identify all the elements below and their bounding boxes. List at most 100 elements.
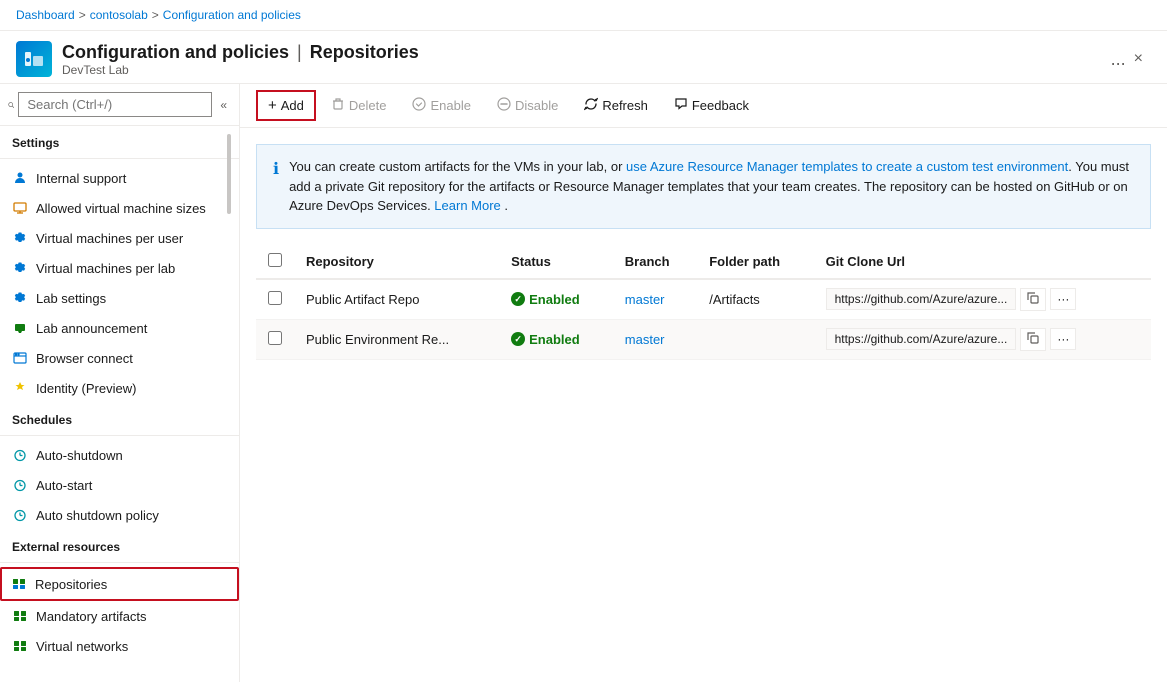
header-more-options[interactable]: ... bbox=[1111, 49, 1126, 70]
gear-icon bbox=[12, 260, 28, 276]
page-header: Configuration and policies | Repositorie… bbox=[0, 31, 1167, 84]
sidebar-item-label: Lab settings bbox=[36, 291, 106, 306]
info-link-arm[interactable]: use Azure Resource Manager templates to … bbox=[626, 159, 1068, 174]
sidebar-item-label: Auto shutdown policy bbox=[36, 508, 159, 523]
git-url-text-1: https://github.com/Azure/azure... bbox=[826, 288, 1017, 310]
git-url-cell-2: https://github.com/Azure/azure... ··· bbox=[826, 328, 1139, 351]
repositories-table: Repository Status Branch Folder path Git… bbox=[256, 245, 1151, 360]
sidebar-item-vm-sizes[interactable]: Allowed virtual machine sizes bbox=[0, 193, 239, 223]
repo-icon bbox=[11, 576, 27, 592]
close-button[interactable]: × bbox=[1126, 46, 1151, 72]
page-title: Configuration and policies bbox=[62, 42, 289, 63]
sidebar-item-identity[interactable]: Identity (Preview) bbox=[0, 373, 239, 403]
screen-icon bbox=[12, 200, 28, 216]
disable-icon bbox=[497, 97, 511, 114]
content-area: ℹ You can create custom artifacts for th… bbox=[240, 128, 1167, 682]
row-more-button-1[interactable]: ··· bbox=[1050, 288, 1076, 310]
sidebar-item-repositories[interactable]: Repositories bbox=[0, 567, 239, 601]
folder-path-1: /Artifacts bbox=[697, 279, 813, 320]
external-resources-section-title: External resources bbox=[0, 530, 239, 558]
feedback-button[interactable]: Feedback bbox=[663, 91, 760, 120]
person-icon bbox=[12, 170, 28, 186]
col-repository: Repository bbox=[294, 245, 499, 279]
clock-icon bbox=[12, 507, 28, 523]
sidebar-search-bar[interactable]: « bbox=[0, 84, 239, 126]
sidebar-item-label: Auto-shutdown bbox=[36, 448, 123, 463]
devtest-lab-icon bbox=[16, 41, 52, 77]
breadcrumb: Dashboard > contosolab > Configuration a… bbox=[0, 0, 1167, 31]
feedback-icon bbox=[674, 97, 688, 114]
col-git-url: Git Clone Url bbox=[814, 245, 1151, 279]
sidebar-item-virtual-networks[interactable]: Virtual networks bbox=[0, 631, 239, 661]
sidebar-collapse-button[interactable]: « bbox=[216, 94, 231, 116]
info-icon: ℹ bbox=[273, 158, 279, 216]
branch-link-2[interactable]: master bbox=[625, 332, 665, 347]
sidebar-item-internal-support[interactable]: Internal support bbox=[0, 163, 239, 193]
gear-icon bbox=[12, 290, 28, 306]
clock-icon bbox=[12, 477, 28, 493]
row-more-button-2[interactable]: ··· bbox=[1050, 328, 1076, 350]
git-url-cell-1: https://github.com/Azure/azure... ··· bbox=[826, 288, 1139, 311]
add-button[interactable]: + Add bbox=[256, 90, 316, 121]
row-checkbox-2[interactable] bbox=[268, 331, 282, 345]
breadcrumb-dashboard[interactable]: Dashboard bbox=[16, 8, 75, 22]
gear-icon bbox=[12, 230, 28, 246]
branch-link-1[interactable]: master bbox=[625, 292, 665, 307]
repo-name-2: Public Environment Re... bbox=[294, 319, 499, 359]
status-badge-2: Enabled bbox=[511, 332, 601, 347]
sidebar: « Settings Internal support Allowed virt… bbox=[0, 84, 240, 682]
breadcrumb-config[interactable]: Configuration and policies bbox=[163, 8, 301, 22]
sidebar-item-auto-start[interactable]: Auto-start bbox=[0, 470, 239, 500]
network-icon bbox=[12, 638, 28, 654]
sidebar-item-label: Browser connect bbox=[36, 351, 133, 366]
sidebar-item-lab-announcement[interactable]: Lab announcement bbox=[0, 313, 239, 343]
info-banner: ℹ You can create custom artifacts for th… bbox=[256, 144, 1151, 229]
sidebar-item-browser-connect[interactable]: Browser connect bbox=[0, 343, 239, 373]
refresh-icon bbox=[584, 97, 598, 114]
sidebar-item-auto-shutdown-policy[interactable]: Auto shutdown policy bbox=[0, 500, 239, 530]
sidebar-item-label: Repositories bbox=[35, 577, 107, 592]
select-all-checkbox[interactable] bbox=[268, 253, 282, 267]
sidebar-item-mandatory-artifacts[interactable]: Mandatory artifacts bbox=[0, 601, 239, 631]
add-icon: + bbox=[268, 97, 277, 114]
sidebar-item-label: Auto-start bbox=[36, 478, 92, 493]
sidebar-item-label: Lab announcement bbox=[36, 321, 147, 336]
settings-section-title: Settings bbox=[0, 126, 239, 154]
col-branch: Branch bbox=[613, 245, 697, 279]
status-dot-2 bbox=[511, 332, 525, 346]
info-text: You can create custom artifacts for the … bbox=[289, 157, 1134, 216]
git-url-text-2: https://github.com/Azure/azure... bbox=[826, 328, 1017, 350]
toolbar: + Add Delete Enable Disable bbox=[240, 84, 1167, 128]
enable-button[interactable]: Enable bbox=[401, 91, 481, 120]
search-input[interactable] bbox=[18, 92, 212, 117]
artifact-icon bbox=[12, 608, 28, 624]
status-badge-1: Enabled bbox=[511, 292, 601, 307]
refresh-button[interactable]: Refresh bbox=[573, 91, 659, 120]
info-link-learn-more[interactable]: Learn More bbox=[434, 198, 500, 213]
delete-button[interactable]: Delete bbox=[320, 91, 398, 120]
sidebar-item-label: Identity (Preview) bbox=[36, 381, 136, 396]
sidebar-item-vm-per-user[interactable]: Virtual machines per user bbox=[0, 223, 239, 253]
row-checkbox-1[interactable] bbox=[268, 291, 282, 305]
disable-button[interactable]: Disable bbox=[486, 91, 569, 120]
col-folder-path: Folder path bbox=[697, 245, 813, 279]
sidebar-item-label: Internal support bbox=[36, 171, 126, 186]
copy-url-button-1[interactable] bbox=[1020, 288, 1046, 311]
status-dot-1 bbox=[511, 292, 525, 306]
sidebar-item-vm-per-lab[interactable]: Virtual machines per lab bbox=[0, 253, 239, 283]
search-icon bbox=[8, 98, 14, 112]
resource-type: DevTest Lab bbox=[62, 63, 1103, 77]
col-status: Status bbox=[499, 245, 613, 279]
sidebar-item-auto-shutdown[interactable]: Auto-shutdown bbox=[0, 440, 239, 470]
breadcrumb-lab[interactable]: contosolab bbox=[90, 8, 148, 22]
sidebar-item-lab-settings[interactable]: Lab settings bbox=[0, 283, 239, 313]
copy-url-button-2[interactable] bbox=[1020, 328, 1046, 351]
enable-icon bbox=[412, 97, 426, 114]
table-row: Public Environment Re... Enabled master … bbox=[256, 319, 1151, 359]
page-subtitle: Repositories bbox=[310, 42, 419, 63]
sidebar-item-label: Virtual machines per user bbox=[36, 231, 183, 246]
browser-icon bbox=[12, 350, 28, 366]
sidebar-item-label: Mandatory artifacts bbox=[36, 609, 147, 624]
announce-icon bbox=[12, 320, 28, 336]
delete-icon bbox=[331, 97, 345, 114]
